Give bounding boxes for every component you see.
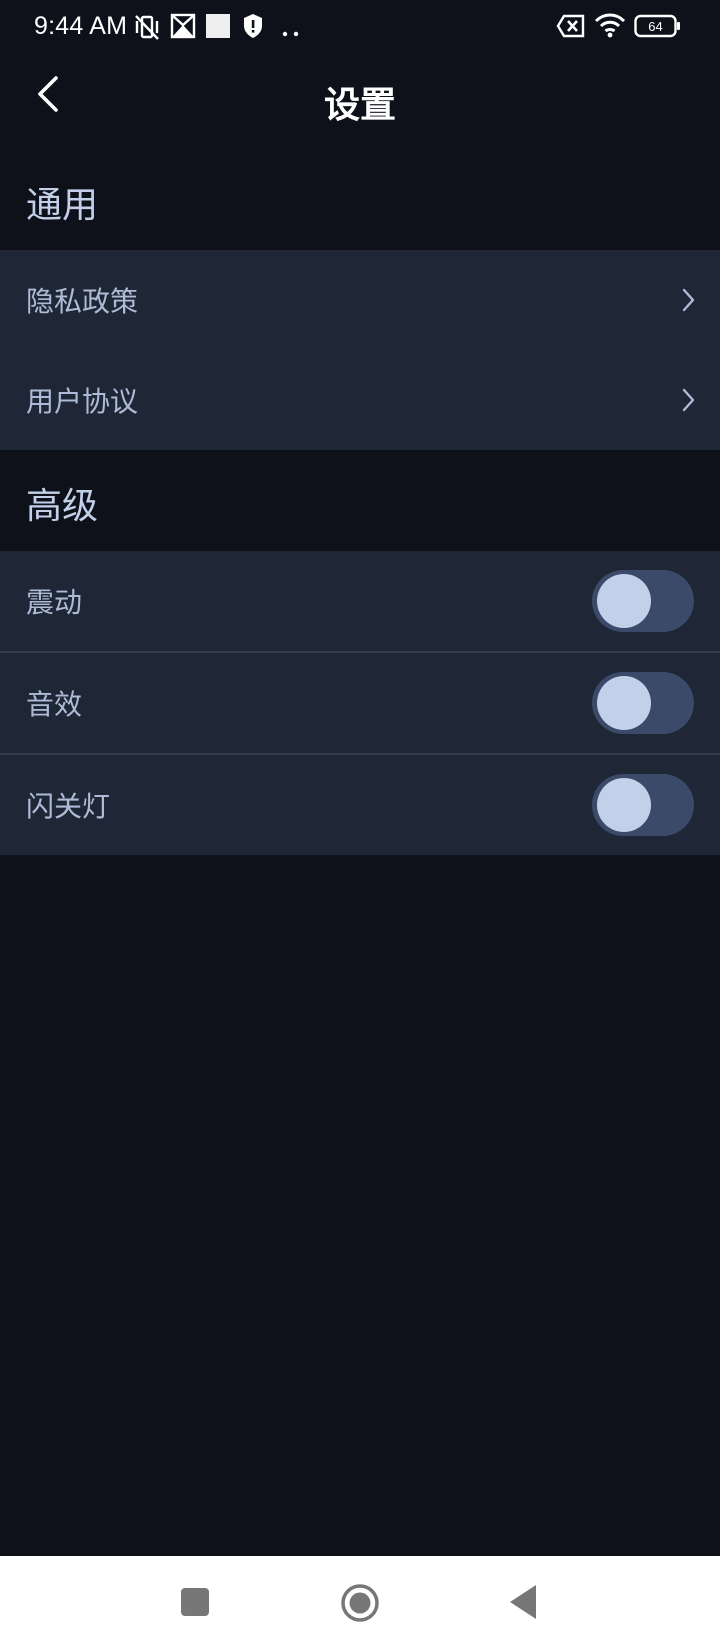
privacy-policy-row[interactable]: 隐私政策: [0, 250, 720, 350]
sound-effect-toggle[interactable]: [592, 672, 694, 734]
status-bar: 9:44 AM 64: [0, 0, 720, 54]
sound-effect-label: 音效: [26, 688, 83, 721]
user-agreement-row[interactable]: 用户协议: [0, 350, 720, 450]
app-header: 设置: [0, 54, 720, 146]
privacy-policy-label: 隐私政策: [26, 285, 139, 318]
square-app-icon: [206, 14, 230, 42]
toggle-knob: [597, 574, 651, 628]
battery-icon: 64: [634, 14, 682, 42]
flash-row: 闪关灯: [0, 755, 720, 855]
recent-apps-icon[interactable]: [180, 1587, 210, 1621]
battery-level: 64: [648, 19, 662, 34]
advanced-group: 震动 音效 闪关灯: [0, 551, 720, 855]
flash-label: 闪关灯: [26, 790, 111, 823]
vibration-row: 震动: [0, 551, 720, 651]
wifi-icon: [594, 12, 626, 42]
section-title-advanced: 高级: [26, 486, 99, 527]
vibrate-off-icon: [132, 12, 162, 46]
general-group: 隐私政策 用户协议: [0, 250, 720, 450]
back-icon[interactable]: [508, 1584, 538, 1624]
chevron-right-icon: [678, 286, 698, 314]
section-title-general: 通用: [26, 185, 99, 226]
user-agreement-label: 用户协议: [26, 385, 139, 418]
toggle-knob: [597, 778, 651, 832]
flash-toggle[interactable]: [592, 774, 694, 836]
notification-app-icon: [170, 12, 196, 44]
vibration-label: 震动: [26, 586, 83, 619]
sound-effect-row: 音效: [0, 653, 720, 753]
home-icon[interactable]: [340, 1583, 380, 1627]
page-title: 设置: [323, 85, 396, 126]
shield-alert-icon: [242, 12, 264, 44]
system-nav-bar: [0, 1556, 720, 1650]
toggle-knob: [597, 676, 651, 730]
status-time: 9:44 AM: [34, 12, 128, 40]
data-off-icon: [556, 14, 586, 42]
more-dots-icon: [282, 22, 302, 41]
chevron-right-icon: [678, 386, 698, 414]
vibration-toggle[interactable]: [592, 570, 694, 632]
